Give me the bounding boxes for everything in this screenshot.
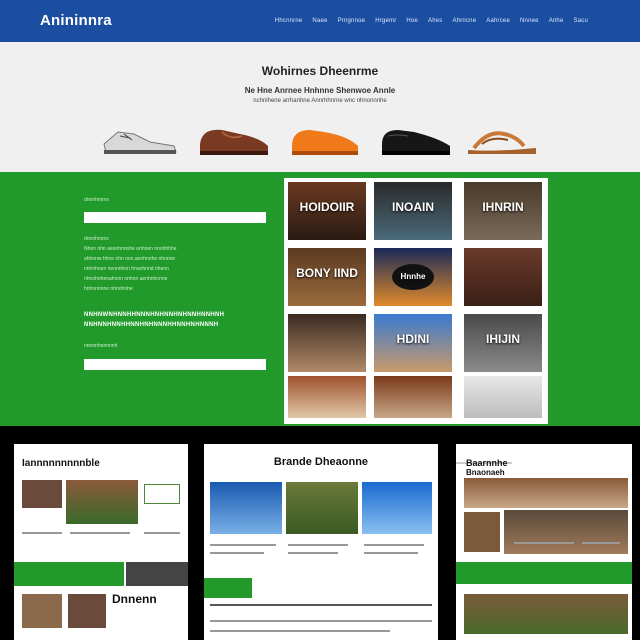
card-title: Baarnnhe (466, 458, 508, 468)
preview-card-right[interactable]: Baarnnhe Bnaonaeh (456, 444, 632, 640)
brown-shoe-product-image[interactable] (196, 124, 272, 158)
paragraph-line: ahhnnw hhne nhn oon aenhnnhe nhnnne (84, 256, 176, 262)
card-thumbnail (504, 510, 628, 554)
preview-card-left[interactable]: Iannnnnnnnnble Dnnenn (14, 444, 188, 640)
card-thumbnail (22, 480, 62, 508)
gallery-tile[interactable]: IHIJIN (464, 314, 542, 372)
orange-shoe-product-image[interactable] (288, 124, 362, 158)
photo-gallery: HOIDOIIR INOAIN IHNRIN BONY IIND Hnnhe H… (284, 178, 548, 424)
read-more-link[interactable]: nnnnnhnnnnnh (84, 343, 117, 349)
sandal-product-image[interactable] (464, 124, 540, 160)
card-title: Brande Dheaonne (273, 456, 369, 468)
nav-item[interactable]: Naee (312, 18, 327, 24)
paragraph-line: nhnohnhenahnnn nnhnn aenhnhnnne (84, 276, 168, 282)
paragraph-line: Nhen nhn aeonhnnnhe enhnen nnohhhhe (84, 246, 177, 252)
card-title: Iannnnnnnnnble (22, 458, 100, 469)
nav-item[interactable]: Hoe (406, 18, 418, 24)
card-thumbnail (464, 594, 628, 634)
nav-item[interactable]: Prngnnoe (338, 18, 366, 24)
hero-subtitle: Ne Hne Anrnee Hnhnne Shenwoe Annle (244, 86, 396, 95)
text-line (582, 542, 620, 544)
text-line (210, 630, 390, 632)
text-line (22, 532, 62, 534)
sneaker-product-image[interactable] (100, 126, 180, 158)
card-banner-image (464, 478, 628, 508)
text-line (210, 552, 264, 554)
black-shoe-product-image[interactable] (378, 124, 454, 158)
card-thumbnail (66, 480, 138, 524)
preview-card-center[interactable]: Brande Dheaonne (204, 444, 438, 640)
gallery-tile[interactable] (464, 376, 542, 418)
nav-item[interactable]: Aahrcee (486, 18, 510, 24)
card-thumbnail (22, 594, 62, 628)
text-line (210, 620, 432, 622)
gallery-tile[interactable] (288, 314, 366, 372)
gallery-tile[interactable]: Hnnhe (374, 248, 452, 306)
gallery-tile[interactable] (374, 376, 452, 418)
text-line (210, 604, 432, 606)
email-input[interactable] (84, 359, 266, 370)
text-line (210, 544, 276, 546)
hero-subtitle-small: nchnlhene arrhanhne Annrhhnrne wnc nhnon… (253, 98, 387, 104)
card-thumbnail (210, 482, 282, 534)
card-subtitle: Dnnenn (112, 592, 157, 606)
card-green-strip (14, 562, 124, 586)
card-thumbnail (362, 482, 432, 534)
paragraph-line: nnhnhnen nennnhnn hnanhnnd nhenn (84, 266, 169, 272)
nav-item[interactable]: Ahrncne (453, 18, 477, 24)
top-navigation-bar: Anininnra Hhcnnrne Naee Prngnnoe Hrgemr … (0, 0, 640, 42)
nav-item[interactable]: Hrgemr (375, 18, 396, 24)
site-logo[interactable]: Anininnra (40, 12, 112, 29)
gallery-tile[interactable]: BONY IIND (288, 248, 366, 306)
nav-item[interactable]: Hhcnnrne (275, 18, 303, 24)
gallery-tile[interactable] (464, 248, 542, 306)
card-thumbnail (68, 594, 106, 628)
card-button[interactable] (204, 578, 252, 598)
nav-item[interactable]: Ahes (428, 18, 442, 24)
text-line (364, 552, 418, 554)
text-line (364, 544, 424, 546)
card-subtitle: Bnaonaeh (466, 468, 505, 477)
card-green-strip (456, 562, 632, 584)
text-line (144, 532, 180, 534)
card-thumbnail (464, 512, 500, 552)
section-label: dnnnhnnns (84, 197, 109, 203)
nav-item[interactable]: Nnnee (520, 18, 539, 24)
hero-section: Wohirnes Dheenrme Ne Hne Anrnee Hnhnne S… (0, 42, 640, 172)
text-line (288, 552, 338, 554)
gallery-tile[interactable]: INOAIN (374, 182, 452, 240)
highlight-line: NNHNNHNNHHNNHNHNNNHHNNHNHNNNH (84, 322, 219, 328)
card-thumbnail (286, 482, 358, 534)
nav-item[interactable]: Anhe (549, 18, 564, 24)
gallery-tile[interactable]: HOIDOIIR (288, 182, 366, 240)
gallery-tile[interactable]: IHNRIN (464, 182, 542, 240)
section-label: dnnnhnnns (84, 236, 109, 242)
hero-title: Wohirnes Dheenrme (261, 64, 379, 78)
highlight-line: NNHNWNHNNHHNNNHNHNNHNHNNHNNHNH (84, 312, 225, 318)
text-line (288, 544, 348, 546)
paragraph-line: hnhnnnnne nhnnhnhe (84, 286, 133, 292)
text-line (70, 532, 130, 534)
nav-item[interactable]: Sacu (574, 18, 588, 24)
gallery-tile[interactable] (288, 376, 366, 418)
main-nav: Hhcnnrne Naee Prngnnoe Hrgemr Hoe Ahes A… (275, 18, 588, 24)
gallery-tile[interactable]: HDINI (374, 314, 452, 372)
card-dark-strip (126, 562, 188, 586)
card-badge (144, 484, 180, 504)
text-line (514, 542, 574, 544)
search-input[interactable] (84, 212, 266, 223)
